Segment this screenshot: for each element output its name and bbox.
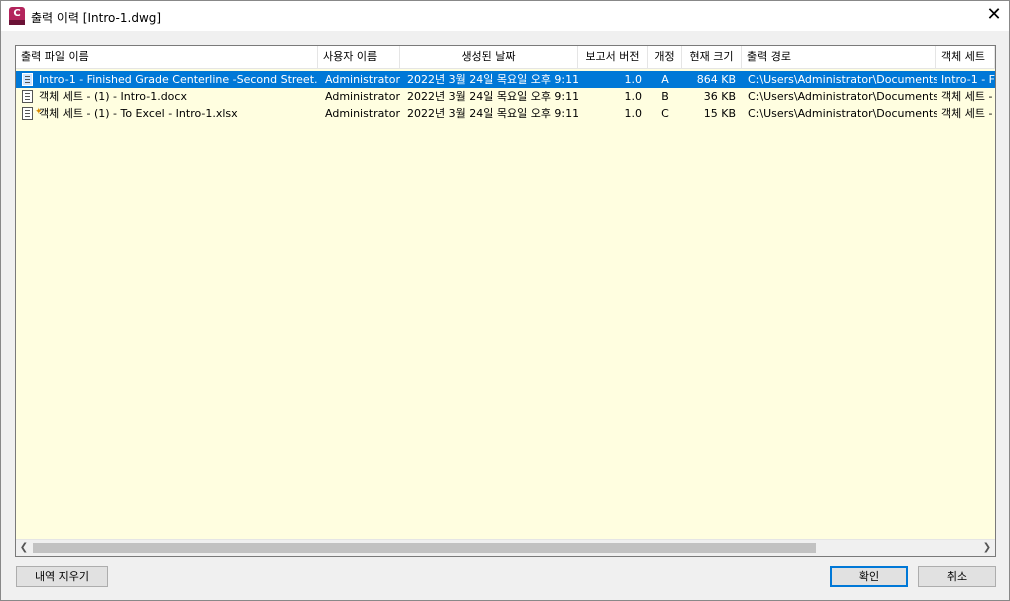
- table-row[interactable]: ✦ 객체 세트 - (1) - To Excel - Intro-1.xlsx …: [16, 105, 995, 122]
- row-created-date: 2022년 3월 24일 목요일 오후 9:11: [407, 73, 578, 86]
- horizontal-scrollbar[interactable]: ❮ ❯: [16, 539, 995, 556]
- row-output-path: C:\Users\Administrator\Documents\: [748, 107, 937, 120]
- scrollbar-thumb[interactable]: [33, 543, 816, 553]
- title-bar[interactable]: C 출력 이력 [Intro-1.dwg] ✕: [1, 1, 1009, 31]
- scroll-left-icon[interactable]: ❮: [16, 540, 32, 556]
- row-current-size: 36 KB: [703, 90, 736, 103]
- close-icon[interactable]: ✕: [979, 1, 1009, 31]
- column-header-report-version[interactable]: 보고서 버전: [578, 46, 648, 68]
- column-header-output-path[interactable]: 출력 경로: [742, 46, 936, 68]
- report-file-icon: [22, 73, 33, 86]
- row-report-version: 1.0: [624, 73, 643, 86]
- row-current-size: 15 KB: [703, 107, 736, 120]
- new-report-file-icon: ✦: [22, 107, 43, 120]
- cancel-button[interactable]: 취소: [918, 566, 996, 587]
- row-user-name: Administrator: [325, 90, 400, 103]
- row-revision: B: [661, 90, 669, 103]
- window-title: 출력 이력 [Intro-1.dwg]: [31, 11, 162, 25]
- output-history-dialog: C 출력 이력 [Intro-1.dwg] ✕ 출력 파일 이름 사용자 이름 …: [0, 0, 1010, 601]
- table-row[interactable]: Intro-1 - Finished Grade Centerline -Sec…: [16, 71, 995, 88]
- ok-button[interactable]: 확인: [830, 566, 908, 587]
- table-row[interactable]: 객체 세트 - (1) - Intro-1.docx Administrator…: [16, 88, 995, 105]
- civil3d-app-icon: C: [9, 7, 25, 25]
- row-output-path: C:\Users\Administrator\Documents\: [748, 73, 937, 86]
- row-current-size: 864 KB: [696, 73, 736, 86]
- row-file-name: 객체 세트 - (1) - Intro-1.docx: [39, 90, 187, 103]
- row-file-name: Intro-1 - Finished Grade Centerline -Sec…: [39, 73, 318, 86]
- row-created-date: 2022년 3월 24일 목요일 오후 9:11: [407, 90, 578, 103]
- column-header-file-name[interactable]: 출력 파일 이름: [16, 46, 318, 68]
- row-revision: A: [661, 73, 669, 86]
- row-report-version: 1.0: [624, 107, 643, 120]
- column-header-row: 출력 파일 이름 사용자 이름 생성된 날짜 보고서 버전 개정 현재 크기 출…: [16, 46, 995, 69]
- column-header-current-size[interactable]: 현재 크기: [682, 46, 742, 68]
- clear-history-button[interactable]: 내역 지우기: [16, 566, 108, 587]
- row-output-path: C:\Users\Administrator\Documents\: [748, 90, 937, 103]
- row-object-set: 객체 세트 -: [941, 90, 993, 103]
- output-file-list[interactable]: 출력 파일 이름 사용자 이름 생성된 날짜 보고서 버전 개정 현재 크기 출…: [15, 45, 996, 557]
- row-created-date: 2022년 3월 24일 목요일 오후 9:11: [407, 107, 578, 120]
- row-revision: C: [661, 107, 669, 120]
- column-header-object-set[interactable]: 객체 세트: [936, 46, 995, 68]
- app-icon-letter: C: [13, 8, 21, 19]
- report-file-icon: [22, 90, 33, 103]
- row-user-name: Administrator: [325, 73, 400, 86]
- column-header-created-date[interactable]: 생성된 날짜: [400, 46, 578, 68]
- column-header-revision[interactable]: 개정: [648, 46, 682, 68]
- row-report-version: 1.0: [624, 90, 643, 103]
- row-file-name: 객체 세트 - (1) - To Excel - Intro-1.xlsx: [39, 107, 238, 120]
- column-header-user-name[interactable]: 사용자 이름: [318, 46, 400, 68]
- row-user-name: Administrator: [325, 107, 400, 120]
- scroll-right-icon[interactable]: ❯: [979, 540, 995, 556]
- row-object-set: 객체 세트 -: [941, 107, 993, 120]
- row-object-set: Intro-1 - Fi: [941, 73, 995, 86]
